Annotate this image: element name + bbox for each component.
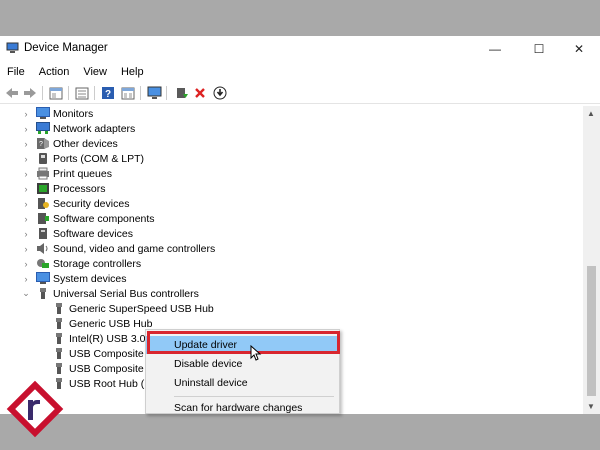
tree-item-label: Print queues — [53, 167, 112, 180]
tree-item-label: Other devices — [53, 137, 118, 150]
chevron-right-icon[interactable]: › — [22, 109, 30, 119]
tree-item-label: Ports (COM & LPT) — [53, 152, 145, 165]
maximize-button[interactable]: ☐ — [518, 36, 560, 62]
security-device-icon — [38, 198, 49, 209]
menu-action[interactable]: Action — [32, 64, 77, 82]
menu-view[interactable]: View — [76, 64, 114, 82]
toolbar: ? — [0, 82, 600, 104]
chevron-right-icon[interactable]: › — [22, 229, 30, 239]
tree-item-label: Generic USB Hub — [69, 317, 153, 330]
device-manager-app-icon — [6, 42, 19, 53]
usb-icon — [56, 348, 62, 359]
software-device-icon — [39, 228, 47, 239]
tree-item-label: Generic SuperSpeed USB Hub — [69, 302, 214, 315]
site-logo-icon — [6, 380, 64, 438]
tree-item-label: USB Root Hub (U — [69, 377, 152, 390]
chevron-right-icon[interactable]: › — [22, 124, 30, 134]
toolbar-separator — [166, 86, 167, 100]
tree-item-label: USB Composite D — [69, 362, 155, 375]
menu-item-label: Disable device — [174, 358, 243, 370]
system-device-icon — [36, 272, 50, 284]
scan-hardware-changes-menu-item[interactable]: Scan for hardware changes — [146, 399, 339, 417]
chevron-right-icon[interactable]: › — [22, 214, 30, 224]
title-bar: Device Manager — ☐ ✕ — [0, 36, 600, 62]
scrollbar-thumb[interactable] — [587, 266, 596, 396]
forward-arrow-icon[interactable] — [22, 85, 38, 101]
monitor-icon — [36, 107, 50, 119]
view-list-icon[interactable] — [74, 85, 90, 101]
storage-controller-icon — [37, 259, 49, 268]
window-title: Device Manager — [24, 42, 108, 54]
tree-item-label: System devices — [53, 272, 127, 285]
view-details-icon[interactable] — [120, 85, 136, 101]
network-adapter-icon — [36, 122, 50, 134]
toolbar-separator — [68, 86, 69, 100]
tree-item-label: Software components — [53, 212, 155, 225]
processor-icon — [37, 183, 49, 194]
printer-icon — [37, 167, 49, 180]
chevron-right-icon[interactable]: › — [22, 184, 30, 194]
port-icon — [39, 153, 47, 164]
help-icon[interactable]: ? — [100, 85, 116, 101]
toolbar-separator — [42, 86, 43, 100]
chevron-right-icon[interactable]: › — [22, 154, 30, 164]
speaker-icon — [37, 243, 48, 254]
uninstall-device-x-icon[interactable] — [192, 85, 208, 101]
usb-icon — [56, 363, 62, 374]
tree-item-label: Monitors — [53, 107, 94, 120]
mouse-cursor-icon — [250, 345, 262, 361]
tree-item-label: Processors — [53, 182, 106, 195]
tree-item-label: Storage controllers — [53, 257, 142, 270]
menu-item-label: Scan for hardware changes — [174, 402, 303, 414]
update-driver-icon[interactable] — [174, 85, 190, 101]
annotation-highlight-box — [147, 331, 340, 354]
toolbar-separator — [94, 86, 95, 100]
chevron-right-icon[interactable]: › — [22, 139, 30, 149]
close-button[interactable]: ✕ — [558, 36, 600, 62]
disable-device-menu-item[interactable]: Disable device — [146, 355, 339, 373]
properties-pane-icon[interactable] — [48, 85, 64, 101]
uninstall-device-menu-item[interactable]: Uninstall device — [146, 374, 339, 392]
tree-item-label: Universal Serial Bus controllers — [53, 287, 199, 300]
chevron-right-icon[interactable]: › — [22, 199, 30, 209]
download-driver-icon[interactable] — [212, 85, 228, 101]
scroll-up-arrow-icon[interactable]: ▲ — [587, 109, 595, 118]
chevron-right-icon[interactable]: › — [22, 244, 30, 254]
chevron-right-icon[interactable]: › — [22, 169, 30, 179]
usb-icon — [56, 333, 62, 344]
tree-item-label: Security devices — [53, 197, 130, 210]
toolbar-separator — [140, 86, 141, 100]
software-component-icon — [38, 213, 49, 224]
svg-text:?: ? — [105, 89, 111, 100]
usb-icon — [40, 288, 46, 299]
tree-item-label: Network adapters — [53, 122, 136, 135]
menu-separator — [174, 396, 334, 397]
menu-bar: File Action View Help — [0, 64, 151, 82]
minimize-button[interactable]: — — [474, 36, 516, 62]
usb-icon — [56, 303, 62, 314]
usb-icon — [56, 318, 62, 329]
chevron-right-icon[interactable]: › — [22, 259, 30, 269]
scan-hardware-monitor-icon[interactable] — [146, 85, 162, 101]
scroll-down-arrow-icon[interactable]: ▼ — [587, 402, 595, 411]
menu-item-label: Uninstall device — [174, 377, 248, 389]
tree-item-label: Sound, video and game controllers — [53, 242, 216, 255]
other-device-icon: ? — [37, 138, 49, 149]
menu-file[interactable]: File — [0, 64, 32, 82]
menu-help[interactable]: Help — [114, 64, 151, 82]
back-arrow-icon[interactable] — [4, 85, 20, 101]
tree-item-label: Intel(R) USB 3.0 e — [69, 332, 155, 345]
vertical-scrollbar[interactable]: ▲ ▼ — [583, 106, 600, 414]
chevron-down-icon[interactable]: ⌄ — [22, 288, 30, 299]
tree-item-label: USB Composite D — [69, 347, 155, 360]
tree-item-label: Software devices — [53, 227, 133, 240]
chevron-right-icon[interactable]: › — [22, 274, 30, 284]
svg-text:?: ? — [39, 141, 43, 148]
